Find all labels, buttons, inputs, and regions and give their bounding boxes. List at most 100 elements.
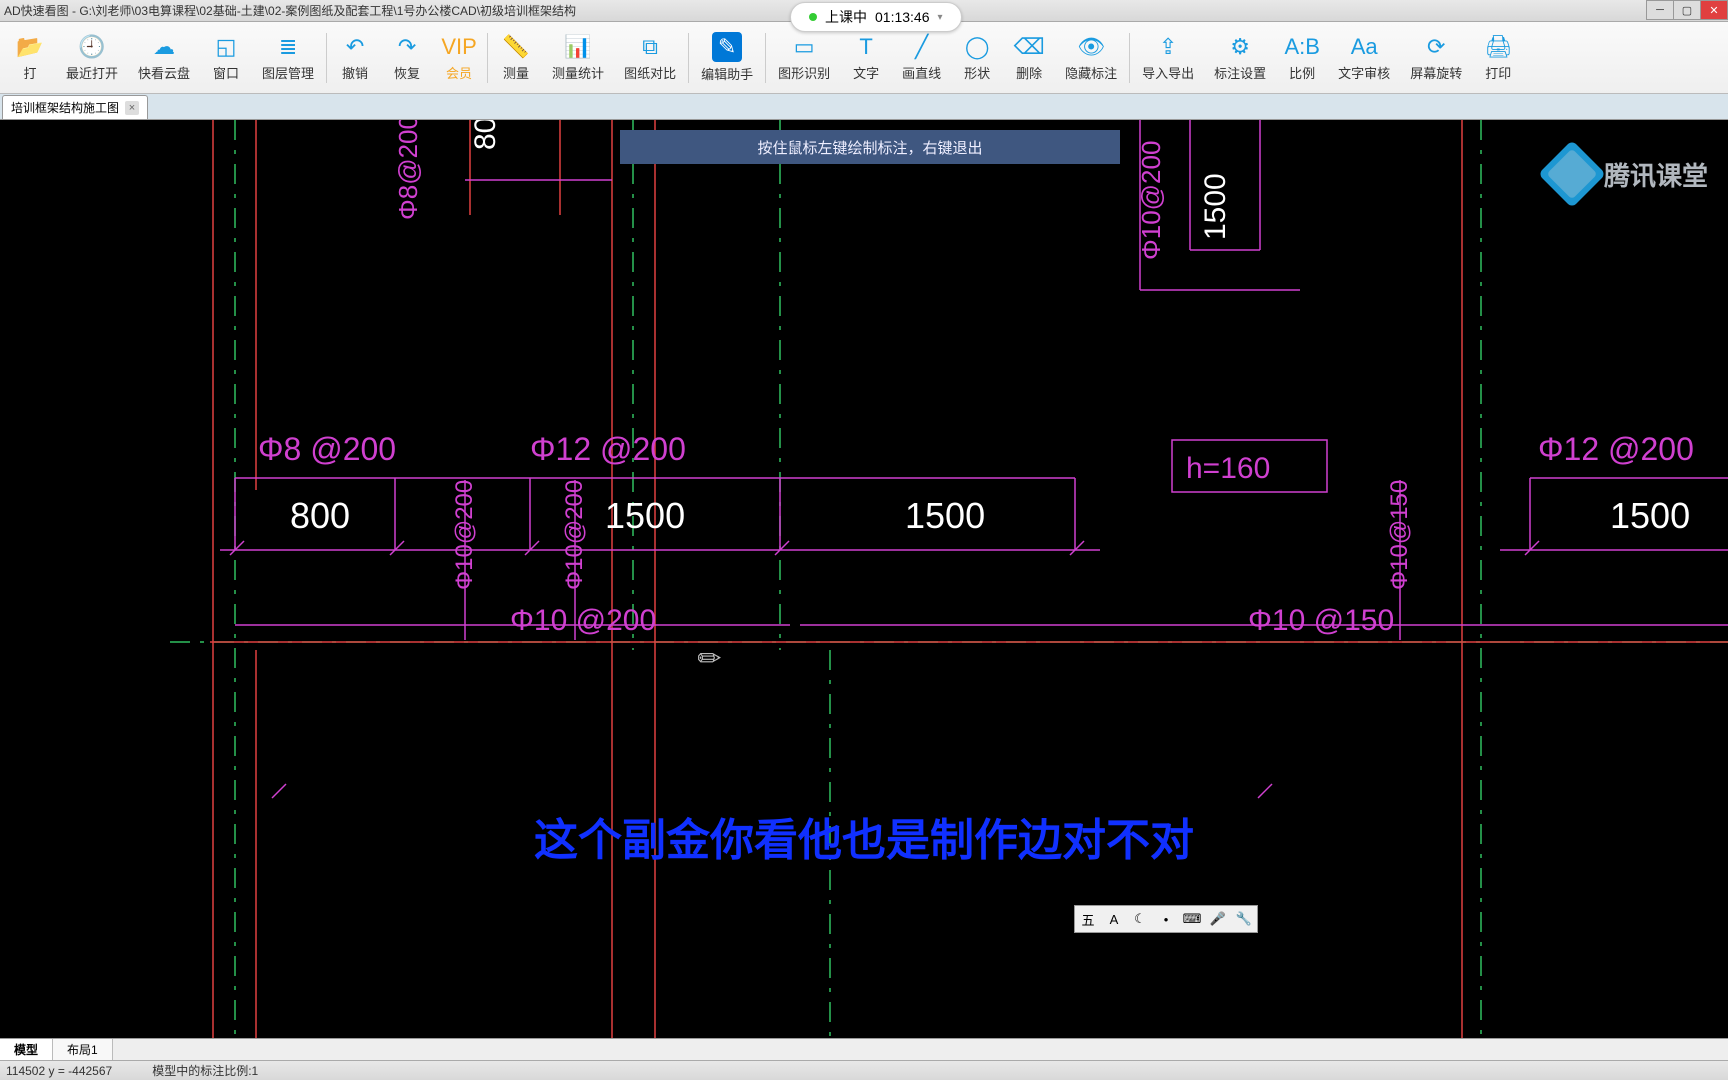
layer-icon: ≣ xyxy=(274,33,302,61)
document-tab-bar: 培训框架结构施工图 × xyxy=(0,94,1728,120)
recording-dot-icon xyxy=(809,13,817,21)
redo-icon: ↷ xyxy=(393,33,421,61)
text-icon: T xyxy=(852,33,880,61)
tool-label: 删除 xyxy=(1016,63,1042,82)
tool-edit[interactable]: ✎编辑助手 xyxy=(691,28,763,87)
svg-text:Φ10 @200: Φ10 @200 xyxy=(510,604,656,637)
tool-cloud[interactable]: ☁快看云盘 xyxy=(128,29,200,86)
tool-label: 最近打开 xyxy=(66,63,118,82)
tool-dimset[interactable]: ⚙ 标注设置 xyxy=(1204,29,1276,86)
svg-text:Φ8 @200: Φ8 @200 xyxy=(258,431,396,467)
line-icon: ╱ xyxy=(908,33,936,61)
tool-io[interactable]: ⇪导入导出 xyxy=(1132,29,1204,86)
tool-label: 文字 xyxy=(853,63,879,82)
tool-label: 图纸对比 xyxy=(624,63,676,82)
main-toolbar: 📂打🕘最近打开☁快看云盘◱窗口≣图层管理↶撤销↷恢复VIP会员📏测量📊测量统计⧉… xyxy=(0,22,1728,94)
svg-text:800: 800 xyxy=(290,495,350,536)
tool-label: 测量统计 xyxy=(552,63,604,82)
svg-text:80: 80 xyxy=(469,120,502,150)
svg-text:Φ10@200: Φ10@200 xyxy=(451,480,478,590)
tool-label: 窗口 xyxy=(213,63,239,82)
tool-stats[interactable]: 📊测量统计 xyxy=(542,29,614,86)
vip-icon: VIP xyxy=(445,33,473,61)
tool-shape[interactable]: ◯ 形状 xyxy=(951,29,1003,86)
tool-vip[interactable]: VIP 会员 xyxy=(433,29,485,86)
svg-text:Φ12 @200: Φ12 @200 xyxy=(530,431,686,467)
video-subtitle: 这个副金你看他也是制作边对不对 xyxy=(0,804,1728,868)
compare-icon: ⧉ xyxy=(636,33,664,61)
keyboard-icon[interactable]: ⌨ xyxy=(1182,909,1202,929)
timer-time: 01:13:46 xyxy=(875,9,930,25)
ime-icon[interactable]: 五 xyxy=(1078,909,1098,929)
open-icon: 📂 xyxy=(16,33,44,61)
tool-label: 撤销 xyxy=(342,63,368,82)
svg-text:Φ10 @150: Φ10 @150 xyxy=(1248,604,1394,637)
model-tab[interactable]: 模型 xyxy=(0,1039,53,1060)
tool-label: 快看云盘 xyxy=(138,63,190,82)
recent-icon: 🕘 xyxy=(78,33,106,61)
minimize-button[interactable]: ─ xyxy=(1646,0,1674,20)
shape-icon: ◯ xyxy=(963,33,991,61)
svg-text:1500: 1500 xyxy=(605,495,685,536)
io-icon: ⇪ xyxy=(1154,33,1182,61)
tool-hide[interactable]: 👁 隐藏标注 xyxy=(1055,29,1127,86)
floating-text-toolbar[interactable]: 五 A ☾ • ⌨ 🎤 🔧 xyxy=(1074,905,1258,933)
tool-recent[interactable]: 🕘 最近打开 xyxy=(56,29,128,86)
moon-icon[interactable]: ☾ xyxy=(1130,909,1150,929)
tool-open[interactable]: 📂打 xyxy=(4,29,56,86)
tool-compare[interactable]: ⧉ 图纸对比 xyxy=(614,29,686,86)
maximize-button[interactable]: ▢ xyxy=(1673,0,1701,20)
tool-print[interactable]: 🖨打印 xyxy=(1472,29,1524,86)
svg-text:Φ10@200: Φ10@200 xyxy=(1136,141,1166,260)
layout1-tab[interactable]: 布局1 xyxy=(53,1039,113,1060)
tool-label: 测量 xyxy=(503,63,529,82)
tool-label: 画直线 xyxy=(902,63,941,82)
undo-icon: ↶ xyxy=(341,33,369,61)
tool-scale[interactable]: A:B比例 xyxy=(1276,29,1328,86)
chevron-down-icon: ▾ xyxy=(938,12,943,23)
wrench-icon[interactable]: 🔧 xyxy=(1234,909,1254,929)
document-tab[interactable]: 培训框架结构施工图 × xyxy=(2,95,148,119)
mic-icon[interactable]: 🎤 xyxy=(1208,909,1228,929)
drawing-canvas[interactable]: 按住鼠标左键绘制标注，右键退出 xyxy=(0,120,1728,1038)
watermark: 腾讯课堂 xyxy=(1548,150,1708,198)
edit-icon: ✎ xyxy=(712,32,742,62)
dot-icon[interactable]: • xyxy=(1156,909,1176,929)
tool-label: 比例 xyxy=(1289,63,1315,82)
tool-label: 形状 xyxy=(964,63,990,82)
tool-label: 隐藏标注 xyxy=(1065,63,1117,82)
delete-icon: ⌫ xyxy=(1015,33,1043,61)
font-a-icon[interactable]: A xyxy=(1104,909,1124,929)
tool-label: 屏幕旋转 xyxy=(1410,63,1462,82)
tool-delete[interactable]: ⌫ 删除 xyxy=(1003,29,1055,86)
close-button[interactable]: ✕ xyxy=(1700,0,1728,20)
tool-undo[interactable]: ↶ 撤销 xyxy=(329,29,381,86)
tool-redo[interactable]: ↷恢复 xyxy=(381,29,433,86)
svg-text:Φ10@200: Φ10@200 xyxy=(561,480,588,590)
tool-screen[interactable]: ⟳屏幕旋转 xyxy=(1400,29,1472,86)
measure-icon: 📏 xyxy=(502,33,530,61)
tool-label: 图形识别 xyxy=(778,63,830,82)
svg-text:Φ10@150: Φ10@150 xyxy=(1386,480,1413,590)
layout-tab-bar: 模型 布局1 xyxy=(0,1038,1728,1060)
tencent-logo-icon xyxy=(1538,140,1606,208)
tool-text[interactable]: T 文字 xyxy=(840,29,892,86)
window-controls: ─ ▢ ✕ xyxy=(1647,0,1728,20)
tool-recognize[interactable]: ▭图形识别 xyxy=(768,29,840,86)
svg-text:Φ8@200: Φ8@200 xyxy=(393,120,423,220)
tool-label: 标注设置 xyxy=(1214,63,1266,82)
dimset-icon: ⚙ xyxy=(1226,33,1254,61)
cad-drawing: 800 1500 1500 1500 Φ8 @200 Φ12 @200 Φ12 … xyxy=(0,120,1728,1038)
svg-text:1500: 1500 xyxy=(905,495,985,536)
hint-message: 按住鼠标左键绘制标注，右键退出 xyxy=(620,130,1120,164)
tool-line[interactable]: ╱ 画直线 xyxy=(892,29,951,86)
tab-close-icon[interactable]: × xyxy=(125,101,139,115)
tool-layer[interactable]: ≣图层管理 xyxy=(252,29,324,86)
tool-measure[interactable]: 📏 测量 xyxy=(490,29,542,86)
status-bar: 114502 y = -442567 模型中的标注比例:1 xyxy=(0,1060,1728,1080)
class-timer[interactable]: 上课中 01:13:46 ▾ xyxy=(790,2,962,32)
tool-window[interactable]: ◱窗口 xyxy=(200,29,252,86)
hide-icon: 👁 xyxy=(1077,33,1105,61)
tool-label: 会员 xyxy=(446,63,472,82)
tool-textrev[interactable]: Aa文字审核 xyxy=(1328,29,1400,86)
